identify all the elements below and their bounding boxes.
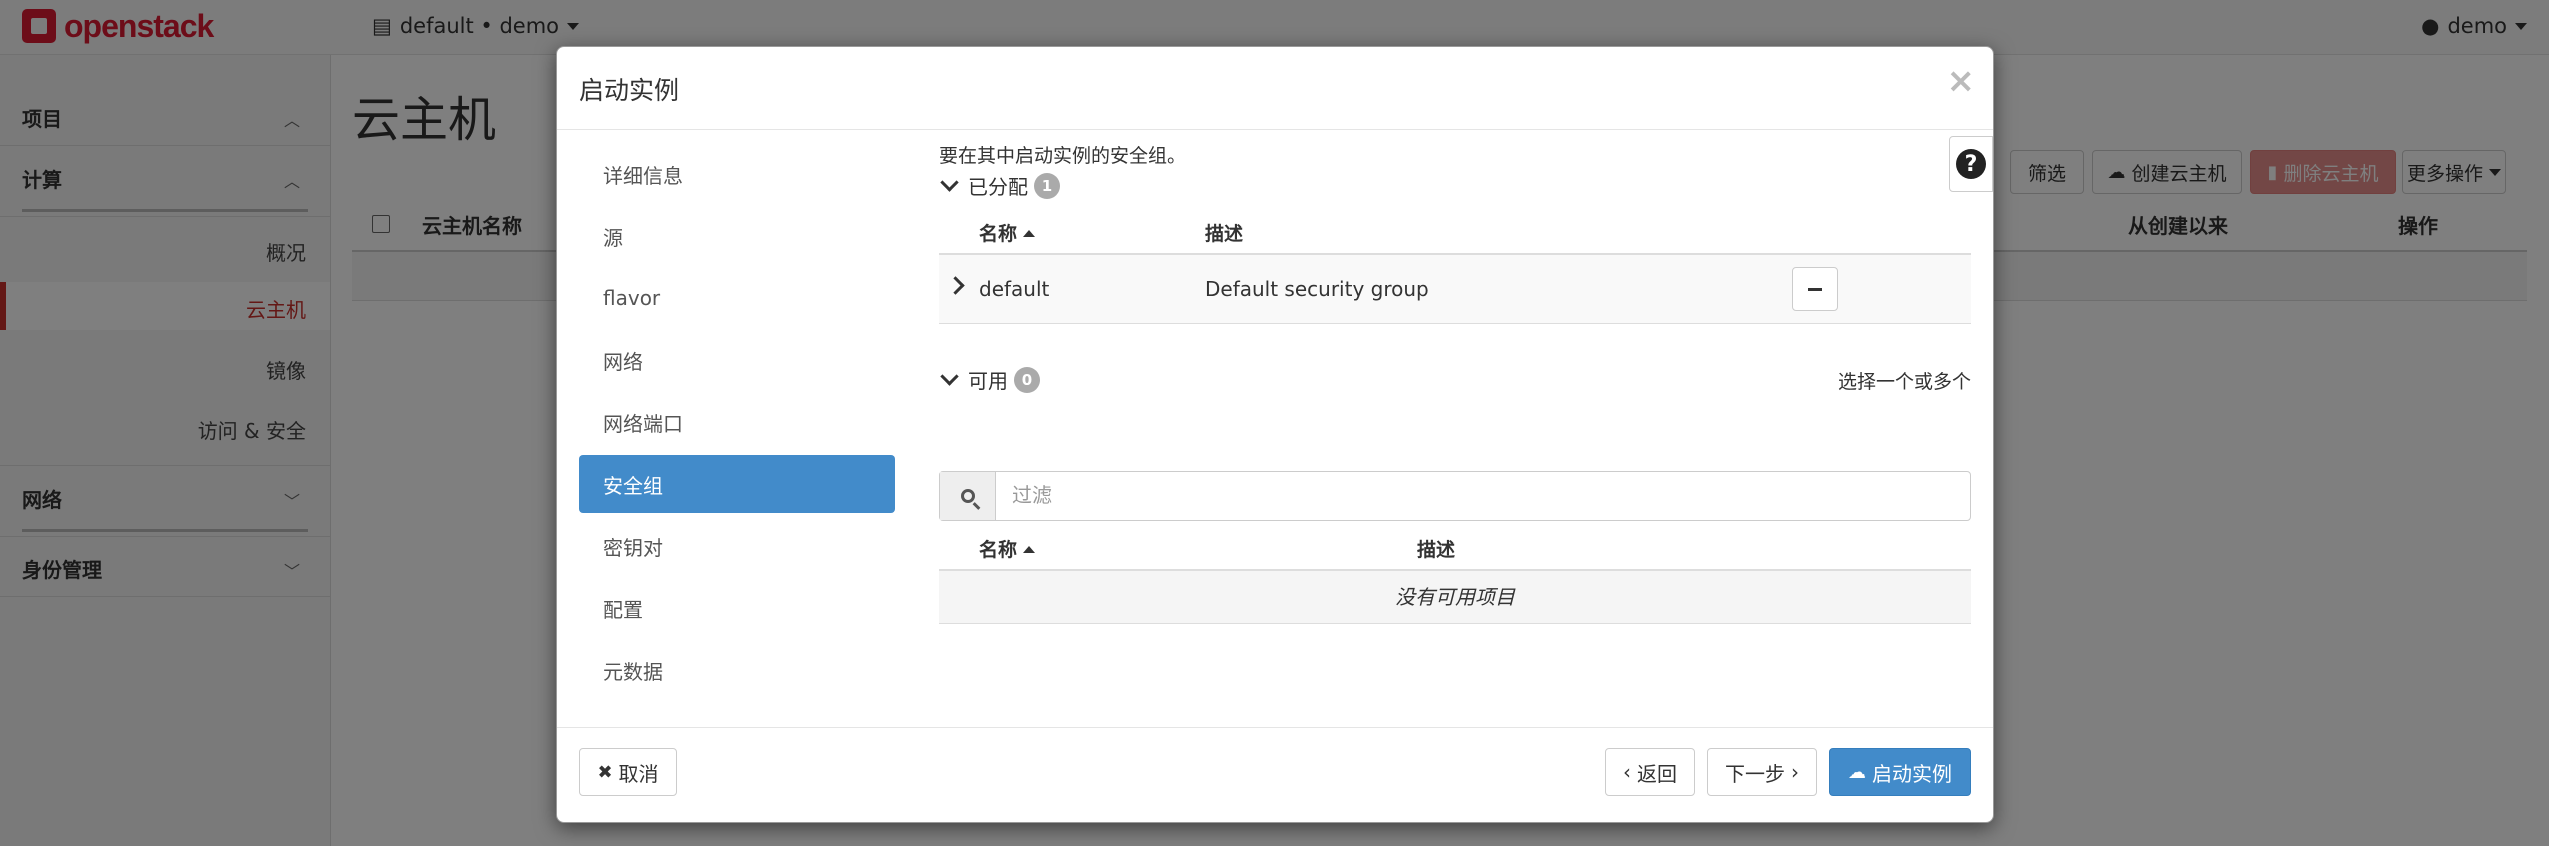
launch-instance-label: 启动实例 — [1872, 761, 1952, 786]
back-label: 返回 — [1637, 761, 1677, 786]
cancel-button[interactable]: ✖ 取消 — [579, 748, 677, 796]
wizard-step-security-groups[interactable]: 安全组 — [579, 455, 895, 513]
chevron-down-icon — [940, 173, 959, 192]
wizard-step-configuration[interactable]: 配置 — [579, 579, 895, 637]
allocated-table: 名称 描述 default Default security group — [939, 209, 1971, 324]
wizard-step-source[interactable]: 源 — [579, 207, 895, 265]
panel-intro: 要在其中启动实例的安全组。 — [939, 145, 1187, 167]
allocated-count-badge: 1 — [1034, 172, 1060, 199]
column-name[interactable]: 名称 — [979, 219, 1036, 246]
wizard-step-flavor[interactable]: flavor — [579, 269, 895, 327]
modal-title: 启动实例 — [579, 76, 680, 105]
chevron-left-icon: ‹ — [1623, 760, 1631, 784]
wizard-step-key-pair[interactable]: 密钥对 — [579, 517, 895, 575]
available-table: 名称 描述 没有可用项目 — [939, 525, 1971, 624]
launch-instance-modal: 启动实例 × 详细信息 源 flavor 网络 网络端口 安全组 密钥对 配置 … — [556, 46, 1994, 823]
chevron-right-icon: › — [1791, 760, 1799, 784]
available-table-header: 名称 描述 — [939, 525, 1971, 571]
wizard-step-details[interactable]: 详细信息 — [579, 145, 895, 203]
close-icon[interactable]: × — [1947, 61, 1976, 101]
empty-table-message: 没有可用项目 — [939, 571, 1971, 624]
wizard-step-metadata[interactable]: 元数据 — [579, 641, 895, 699]
column-name-label: 名称 — [979, 223, 1018, 245]
security-group-description: Default security group — [1205, 277, 1429, 301]
allocated-section-toggle[interactable]: 已分配 1 — [939, 171, 1060, 200]
available-count-badge: 0 — [1014, 366, 1040, 393]
available-section-toggle[interactable]: 可用 0 — [939, 365, 1040, 394]
modal-footer: ✖ 取消 ‹ 返回 下一步 › ☁ 启动实例 — [557, 727, 1993, 822]
back-button[interactable]: ‹ 返回 — [1605, 748, 1695, 796]
filter-input[interactable] — [996, 472, 1970, 518]
question-circle-icon: ? — [1956, 149, 1986, 179]
column-name-label: 名称 — [979, 539, 1018, 561]
available-label: 可用 — [968, 369, 1008, 393]
wizard-step-network-ports[interactable]: 网络端口 — [579, 393, 895, 451]
security-group-name: default — [979, 277, 1050, 301]
chevron-right-icon[interactable] — [946, 276, 965, 295]
cloud-upload-icon: ☁ — [1848, 761, 1866, 783]
column-description: 描述 — [1205, 223, 1244, 245]
chevron-down-icon — [940, 367, 959, 386]
remove-security-group-button[interactable] — [1792, 267, 1838, 311]
search-icon — [960, 489, 975, 503]
table-row: default Default security group — [939, 255, 1971, 324]
close-icon: ✖ — [597, 761, 613, 783]
modal-header: 启动实例 × — [557, 47, 1993, 130]
next-label: 下一步 — [1725, 761, 1785, 786]
wizard-step-networks[interactable]: 网络 — [579, 331, 895, 389]
cancel-label: 取消 — [618, 761, 659, 786]
launch-instance-button[interactable]: ☁ 启动实例 — [1829, 748, 1971, 796]
wizard-nav: 详细信息 源 flavor 网络 网络端口 安全组 密钥对 配置 元数据 — [579, 145, 895, 703]
next-button[interactable]: 下一步 › — [1707, 748, 1817, 796]
filter-box — [939, 471, 1971, 521]
help-button[interactable]: ? — [1949, 136, 1993, 192]
allocated-label: 已分配 — [968, 175, 1028, 199]
filter-addon — [940, 472, 996, 520]
allocated-table-header: 名称 描述 — [939, 209, 1971, 255]
column-description: 描述 — [1417, 539, 1456, 561]
select-hint: 选择一个或多个 — [1837, 371, 1971, 393]
column-name[interactable]: 名称 — [979, 535, 1036, 562]
sort-up-icon — [1023, 230, 1036, 237]
sort-up-icon — [1023, 546, 1036, 553]
